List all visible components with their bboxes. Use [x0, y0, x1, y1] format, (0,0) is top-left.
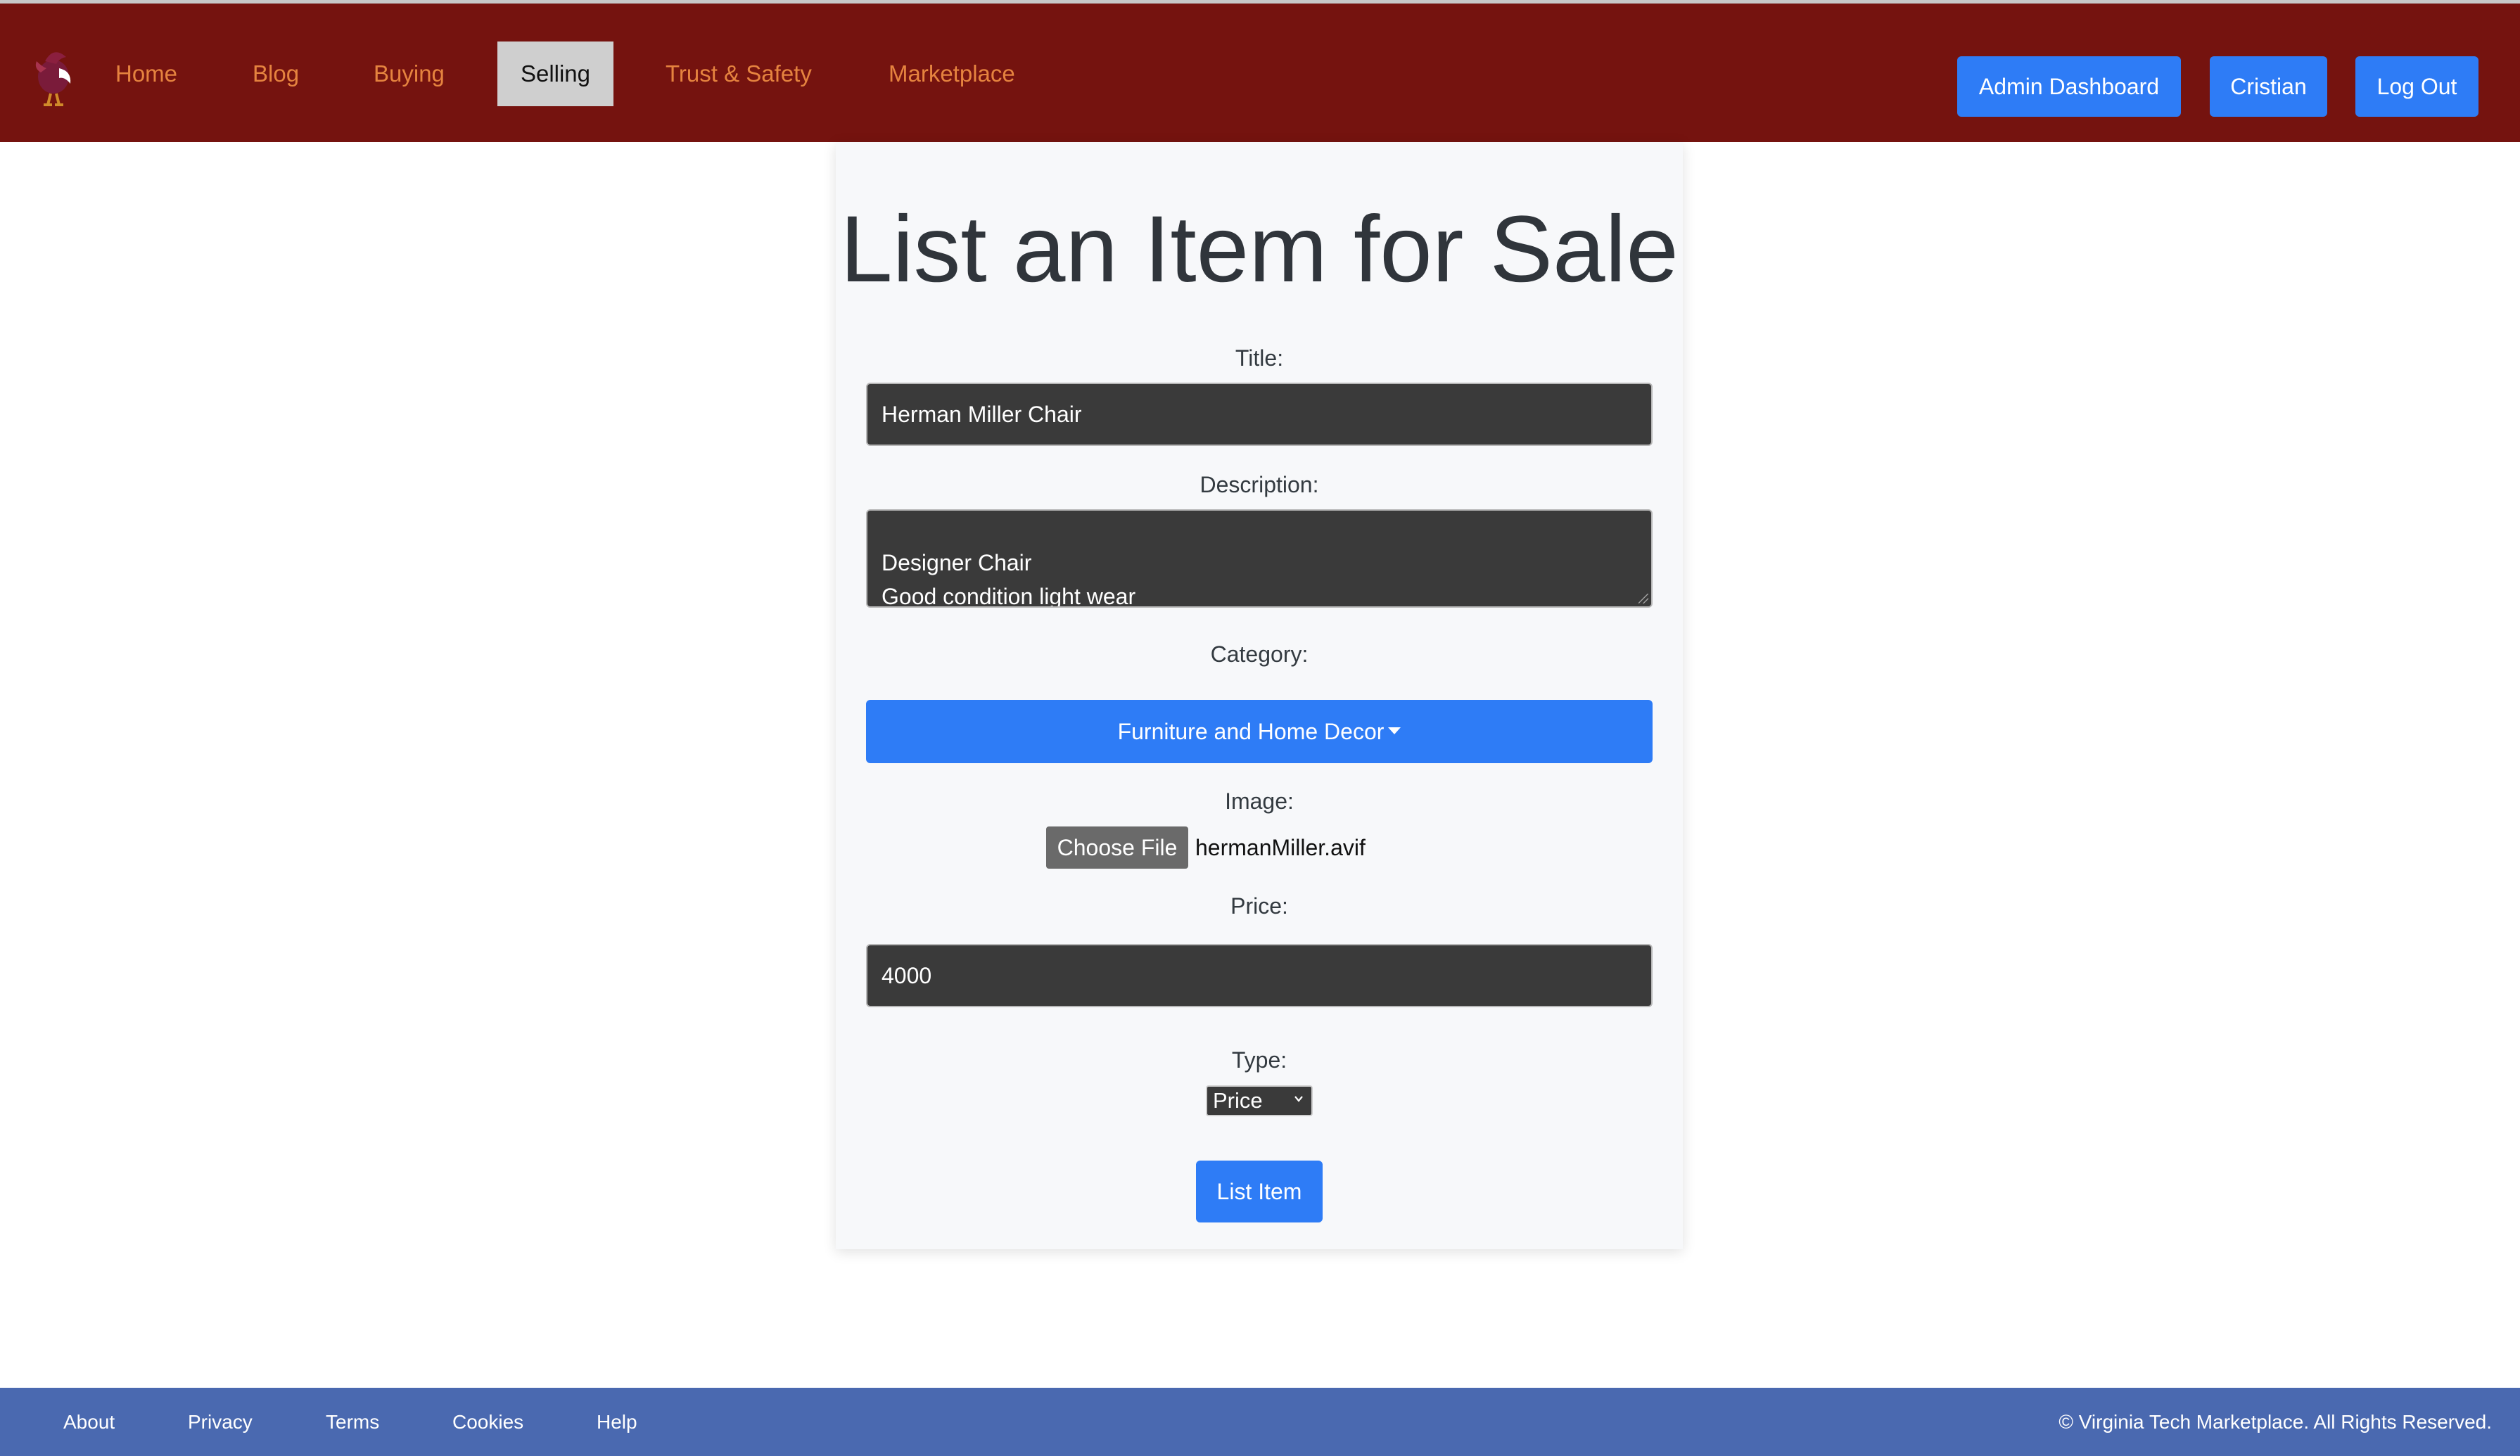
nav-link-selling[interactable]: Selling	[497, 41, 613, 106]
type-label: Type:	[1231, 1047, 1287, 1073]
footer-link-help[interactable]: Help	[597, 1388, 637, 1456]
nav-link-blog[interactable]: Blog	[253, 41, 299, 106]
hokie-bird-logo-icon[interactable]	[25, 40, 82, 110]
user-profile-button[interactable]: Cristian	[2210, 56, 2327, 117]
title-label: Title:	[1235, 345, 1284, 371]
logout-button[interactable]: Log Out	[2355, 56, 2478, 117]
caret-down-icon	[1388, 727, 1401, 734]
price-input[interactable]: 4000	[866, 944, 1653, 1007]
footer-link-privacy[interactable]: Privacy	[188, 1388, 253, 1456]
chevron-down-icon	[1294, 1096, 1303, 1102]
footer-link-about[interactable]: About	[63, 1388, 115, 1456]
nav-link-trust-safety[interactable]: Trust & Safety	[666, 41, 812, 106]
page-title: List an Item for Sale	[840, 197, 1679, 302]
footer-link-terms[interactable]: Terms	[326, 1388, 379, 1456]
resize-handle-icon[interactable]	[1638, 594, 1648, 604]
category-label: Category:	[1210, 641, 1309, 667]
list-item-button[interactable]: List Item	[1196, 1161, 1323, 1222]
type-select[interactable]: Price	[1206, 1085, 1313, 1116]
title-input[interactable]: Herman Miller Chair	[866, 383, 1653, 446]
nav-link-marketplace[interactable]: Marketplace	[889, 41, 1015, 106]
nav-link-home[interactable]: Home	[115, 41, 177, 106]
choose-file-button[interactable]: Choose File	[1046, 826, 1188, 869]
admin-dashboard-button[interactable]: Admin Dashboard	[1957, 56, 2181, 117]
type-select-value: Price	[1213, 1088, 1263, 1113]
copyright-text: © Virginia Tech Marketplace. All Rights …	[2058, 1411, 2492, 1433]
top-navbar: Home Blog Buying Selling Trust & Safety …	[0, 0, 2520, 142]
category-dropdown[interactable]: Furniture and Home Decor	[866, 700, 1653, 763]
description-label: Description:	[1199, 472, 1319, 497]
image-label: Image:	[1225, 788, 1294, 814]
description-text: Designer Chair Good condition light wear	[882, 550, 1136, 608]
footer: About Privacy Terms Cookies Help © Virgi…	[0, 1388, 2520, 1456]
price-label: Price:	[1230, 893, 1288, 919]
selected-file-name: hermanMiller.avif	[1195, 835, 1366, 860]
description-textarea[interactable]: Designer Chair Good condition light wear	[866, 509, 1653, 608]
category-dropdown-label: Furniture and Home Decor	[1117, 719, 1385, 744]
footer-link-cookies[interactable]: Cookies	[452, 1388, 523, 1456]
nav-link-buying[interactable]: Buying	[374, 41, 445, 106]
